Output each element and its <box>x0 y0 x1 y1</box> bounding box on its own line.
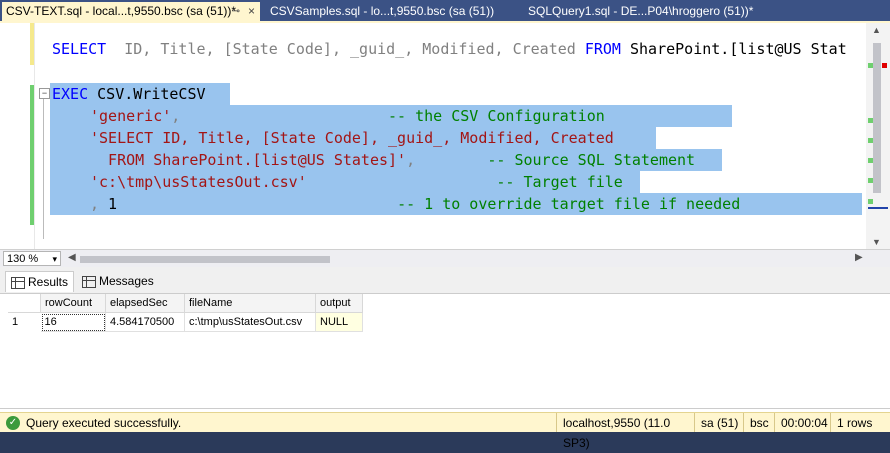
status-user: sa (51) <box>694 413 742 433</box>
tab-csvsamples[interactable]: CSVSamples.sql - lo...t,9550.bsc (sa (51… <box>270 2 520 21</box>
string-literal: 'SELECT ID, Title, [State Code], _guid_,… <box>90 129 614 147</box>
status-bar: ✓ Query executed successfully. localhost… <box>0 412 890 450</box>
tab-label: Results <box>28 275 69 289</box>
code-line-5: 'SELECT ID, Title, [State Code], _guid_,… <box>90 127 614 149</box>
results-tab-strip: Results Messages <box>0 267 890 294</box>
column-header[interactable]: fileName <box>184 294 316 313</box>
tab-label: SQLQuery1.sql - DE...P04\hroggero (51))* <box>528 4 754 18</box>
code-line-1: SELECT ID, Title, [State Code], _guid_, … <box>52 38 847 60</box>
horizontal-scroll-thumb[interactable] <box>80 256 330 263</box>
column-header[interactable]: elapsedSec <box>105 294 185 313</box>
grid-cell[interactable]: 4.584170500 <box>105 312 185 332</box>
results-grid: rowCount elapsedSec fileName output 1 16… <box>8 294 363 332</box>
grid-cell[interactable]: c:\tmp\usStatesOut.csv <box>184 312 316 332</box>
code-text: ID, Title, [State Code], _guid_, Modifie… <box>106 40 585 58</box>
status-message: Query executed successfully. <box>26 416 182 430</box>
scroll-marker <box>868 138 873 143</box>
tab-label: Messages <box>99 274 154 288</box>
code-line-8: , 1 -- 1 to override target file if need… <box>90 193 740 215</box>
document-tab-strip: CSV-TEXT.sql - local...t,9550.bsc (sa (5… <box>0 0 890 22</box>
code-text: SharePoint.[list@US Stat <box>620 40 847 58</box>
scroll-marker <box>868 199 873 204</box>
punctuation: , <box>406 151 416 169</box>
window-border <box>0 432 890 437</box>
tab-results[interactable]: Results <box>5 271 74 292</box>
tab-label: CSV-TEXT.sql - local...t,9550.bsc (sa (5… <box>6 4 237 18</box>
comment: -- the CSV Configuration <box>388 107 605 125</box>
scroll-marker <box>868 158 873 163</box>
column-header[interactable]: rowCount <box>40 294 106 313</box>
change-tracking-new <box>30 85 34 225</box>
row-number[interactable]: 1 <box>8 313 41 332</box>
panel-divider <box>0 408 890 409</box>
messages-icon <box>82 276 96 288</box>
tab-messages[interactable]: Messages <box>77 271 154 292</box>
punctuation: , <box>171 107 181 125</box>
scroll-down-icon[interactable]: ▼ <box>872 237 881 247</box>
string-literal: 'generic' <box>90 107 172 125</box>
zoom-value: 130 % <box>7 253 39 265</box>
tab-label: CSVSamples.sql - lo...t,9550.bsc (sa (51… <box>270 4 495 18</box>
number-literal: 1 <box>99 195 118 213</box>
keyword: EXEC <box>52 85 89 103</box>
grid-header-row: rowCount elapsedSec fileName output <box>8 294 363 313</box>
scroll-up-icon[interactable]: ▲ <box>872 25 881 35</box>
code-line-4: 'generic', -- the CSV Configuration <box>90 105 605 127</box>
code-line-3: EXEC CSV.WriteCSV <box>52 83 206 105</box>
scroll-right-icon[interactable]: ▶ <box>855 252 863 263</box>
vertical-scroll-thumb[interactable] <box>873 43 881 193</box>
grid-cell[interactable]: 16 <box>40 312 106 332</box>
grid-cell[interactable]: NULL <box>315 312 363 332</box>
comment: -- Source SQL Statement <box>487 151 696 169</box>
editor-bottom-bar: 130 % ▾ ◀ ▶ <box>0 249 890 268</box>
tab-csv-text[interactable]: CSV-TEXT.sql - local...t,9550.bsc (sa (5… <box>2 2 260 21</box>
change-tracking-saved <box>30 23 34 65</box>
corner-cell <box>8 294 41 313</box>
collapse-toggle[interactable]: − <box>39 88 50 99</box>
results-panel: Results Messages rowCount elapsedSec fil… <box>0 267 890 412</box>
query-editor[interactable]: SELECT ID, Title, [State Code], _guid_, … <box>0 23 890 249</box>
keyword: SELECT <box>52 40 107 58</box>
caret-marker <box>868 207 888 209</box>
scroll-marker <box>882 63 887 68</box>
scroll-marker <box>868 118 873 123</box>
status-server: localhost,9550 (11.0 SP3) <box>556 413 692 450</box>
code-text: CSV.WriteCSV <box>88 85 206 103</box>
pin-icon[interactable]: ⊸ <box>232 2 240 21</box>
code-line-6: FROM SharePoint.[list@US States]', -- So… <box>90 149 695 171</box>
code-line-7: 'c:\tmp\usStatesOut.csv' -- Target file <box>90 171 623 193</box>
punctuation: , <box>90 195 100 213</box>
scroll-left-icon[interactable]: ◀ <box>68 252 76 263</box>
scroll-marker <box>868 178 873 183</box>
scroll-marker <box>868 63 873 68</box>
grid-icon <box>11 277 25 289</box>
chevron-down-icon: ▾ <box>52 254 57 264</box>
zoom-select[interactable]: 130 % ▾ <box>3 251 61 266</box>
check-circle-icon: ✓ <box>6 416 20 430</box>
column-header[interactable]: output <box>315 294 363 313</box>
table-row[interactable]: 1 16 4.584170500 c:\tmp\usStatesOut.csv … <box>8 312 363 332</box>
string-literal: 'c:\tmp\usStatesOut.csv' <box>90 173 307 191</box>
comment: -- Target file <box>496 173 623 191</box>
string-literal: FROM SharePoint.[list@US States]' <box>90 151 407 169</box>
status-elapsed: 00:00:04 <box>774 413 830 433</box>
outline-guide <box>43 99 44 239</box>
tab-sqlquery1[interactable]: SQLQuery1.sql - DE...P04\hroggero (51))* <box>528 2 788 21</box>
keyword: FROM <box>584 40 621 58</box>
close-icon[interactable]: × <box>248 2 255 21</box>
comment: -- 1 to override target file if needed <box>397 195 741 213</box>
status-rows: 1 rows <box>830 413 890 433</box>
status-database: bsc <box>743 413 775 433</box>
